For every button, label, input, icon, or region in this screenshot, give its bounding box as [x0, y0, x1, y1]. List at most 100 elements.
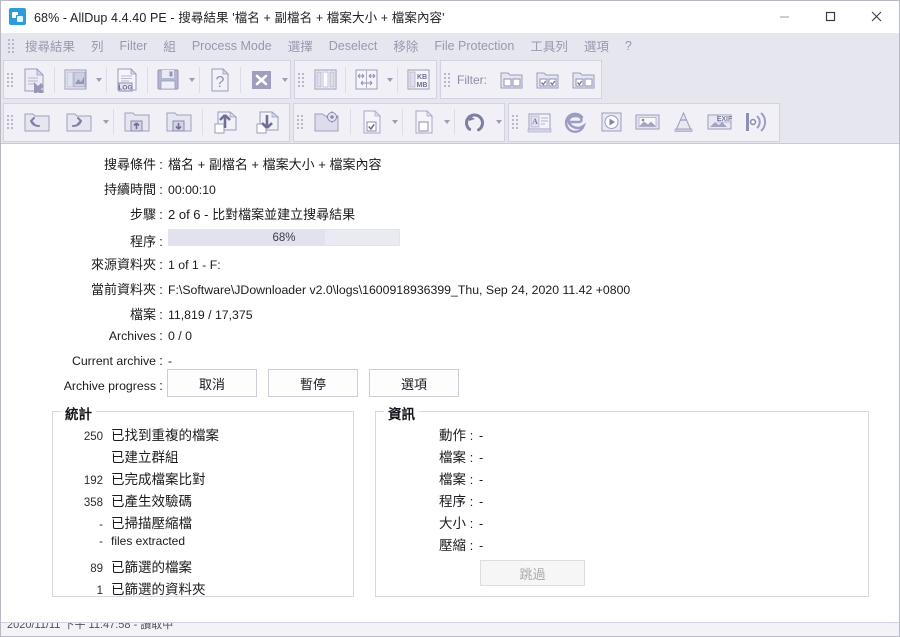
value-current-archive: - [168, 354, 173, 368]
audio-icon[interactable] [737, 105, 779, 140]
colon: : [469, 451, 474, 465]
stat-checksums-generated: 358 已產生效驗碼 [53, 490, 353, 512]
row-source-folder: 來源資料夾 : 1 of 1 - F: [1, 254, 899, 274]
stat-label: files extracted [111, 534, 186, 548]
menu-help[interactable]: ? [617, 36, 640, 56]
toolbar-grip-icon[interactable] [296, 114, 304, 130]
stat-value: - [99, 519, 103, 531]
undo-arrow-icon[interactable] [16, 105, 58, 140]
skip-button[interactable]: 跳過 [480, 560, 585, 586]
filter-all-icon[interactable] [565, 62, 601, 97]
stat-value: 89 [90, 563, 103, 575]
row-progress: 程序 : 68% [1, 229, 899, 249]
menu-remove[interactable]: 移除 [385, 33, 426, 58]
options-button[interactable]: 選項 [369, 369, 459, 397]
toolbar-group-viewers: A EXIF [508, 102, 780, 142]
colon: : [159, 329, 163, 343]
svg-text:A: A [532, 117, 538, 126]
stat-label: 已產生效驗碼 [111, 494, 192, 509]
size-units-icon[interactable]: KB MB [400, 62, 436, 97]
menu-grip-icon[interactable] [7, 37, 15, 54]
reset-dropdown-caret-icon[interactable] [493, 105, 504, 140]
toolbar-grip-icon[interactable] [297, 71, 305, 88]
info-label: 大小 [439, 516, 466, 531]
new-search-icon[interactable] [16, 62, 52, 97]
info-value: - [479, 429, 484, 443]
autofit-dropdown-caret-icon[interactable] [384, 62, 395, 97]
statistics-title: 統計 [61, 403, 96, 423]
menu-filter[interactable]: Filter [112, 36, 156, 56]
toolbar-grip-icon[interactable] [6, 114, 14, 130]
select-file-icon[interactable] [353, 105, 389, 140]
menu-group[interactable]: 組 [155, 33, 184, 58]
close-icon[interactable] [243, 62, 279, 97]
toolbar-grip-icon[interactable] [511, 114, 519, 130]
maximize-button[interactable] [807, 1, 853, 32]
toolbar-divider [454, 109, 455, 135]
redo-arrow-icon[interactable] [58, 105, 100, 140]
progress-percent-label: 68% [272, 231, 296, 244]
menu-file-protection[interactable]: File Protection [426, 36, 522, 56]
info-value: - [479, 451, 484, 465]
menu-options[interactable]: 選項 [576, 33, 617, 58]
info-file-1: 檔案 : - [376, 446, 868, 468]
menu-toolbar[interactable]: 工具列 [522, 33, 576, 58]
report-icon[interactable] [57, 62, 93, 97]
autofit-icon[interactable] [348, 62, 384, 97]
media-player-icon[interactable] [593, 105, 629, 140]
toolbar-group-navigation [3, 102, 290, 142]
menu-process-mode[interactable]: Process Mode [184, 36, 280, 56]
exif-icon[interactable]: EXIF [701, 105, 737, 140]
deselect-dropdown-caret-icon[interactable] [441, 105, 452, 140]
filter-none-icon[interactable] [493, 62, 529, 97]
cancel-button[interactable]: 取消 [167, 369, 257, 397]
toolbar-divider [240, 66, 241, 93]
filter-partial-icon[interactable] [529, 62, 565, 97]
minimize-button[interactable] [761, 1, 807, 32]
image-viewer-icon[interactable] [629, 105, 665, 140]
reset-icon[interactable] [457, 105, 493, 140]
save-dropdown-caret-icon[interactable] [186, 62, 197, 97]
filter-label: Filter: [457, 72, 487, 87]
report-dropdown-caret-icon[interactable] [93, 62, 104, 97]
text-viewer-icon[interactable]: A [521, 105, 557, 140]
toolbar-group-selection [293, 102, 505, 142]
menu-columns[interactable]: 列 [83, 33, 112, 58]
label-search-criteria: 搜尋條件 [103, 157, 156, 172]
folder-settings-icon[interactable] [306, 105, 348, 140]
close-button[interactable] [853, 1, 899, 32]
browser-icon[interactable] [557, 105, 593, 140]
menu-select[interactable]: 選擇 [280, 33, 321, 58]
label-progress: 程序 [129, 234, 156, 249]
value-current-folder: F:\Software\JDownloader v2.0\logs\160091… [168, 283, 631, 297]
navigation-dropdown-caret-icon[interactable] [100, 105, 111, 140]
label-step: 步驟 [129, 207, 156, 222]
colon: : [469, 539, 474, 553]
value-step: 2 of 6 - 比對檔案並建立搜尋結果 [168, 207, 356, 222]
toolbar-grip-icon[interactable] [6, 71, 14, 88]
save-icon[interactable] [150, 62, 186, 97]
help-icon[interactable]: ? [202, 62, 238, 97]
stat-label: 已建立群組 [111, 450, 179, 465]
select-dropdown-caret-icon[interactable] [389, 105, 400, 140]
folder-up-icon[interactable] [116, 105, 158, 140]
info-file-2: 檔案 : - [376, 468, 868, 490]
svg-text:MB: MB [416, 82, 427, 89]
move-down-icon[interactable] [247, 105, 289, 140]
menu-deselect[interactable]: Deselect [321, 36, 386, 56]
menu-search-results[interactable]: 搜尋結果 [17, 33, 83, 58]
toolbar-group-filter: Filter: [440, 60, 602, 99]
stat-label: 已篩選的資料夾 [111, 582, 206, 597]
move-up-icon[interactable] [205, 105, 247, 140]
close-dropdown-caret-icon[interactable] [279, 62, 290, 97]
columns-icon[interactable] [307, 62, 343, 97]
colon: : [159, 379, 163, 393]
log-icon[interactable]: LOG [109, 62, 145, 97]
value-elapsed-time: 00:00:10 [168, 183, 216, 197]
toolbar-grip-icon[interactable] [443, 71, 451, 88]
deselect-file-icon[interactable] [405, 105, 441, 140]
vlc-icon[interactable] [665, 105, 701, 140]
pause-button[interactable]: 暫停 [268, 369, 358, 397]
folder-down-icon[interactable] [158, 105, 200, 140]
stat-archives-scanned: - 已掃描壓縮檔 [53, 512, 353, 534]
